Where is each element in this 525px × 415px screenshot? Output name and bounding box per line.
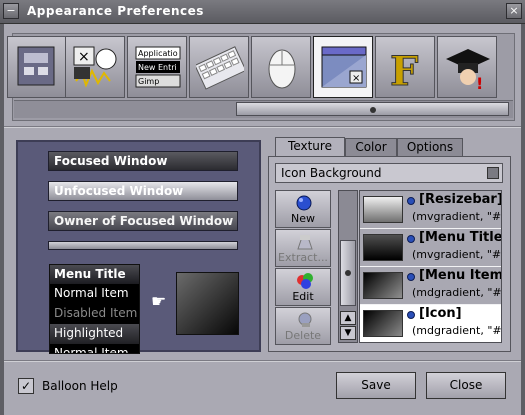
- texture-list-item[interactable]: [Menu Item] (mdgradient, "#8: [360, 267, 502, 304]
- delete-texture-button[interactable]: Delete: [275, 307, 331, 345]
- new-label: New: [291, 212, 315, 225]
- texture-list-item[interactable]: [Resizebar] (mvgradient, "#8: [360, 191, 502, 228]
- texture-bullet-icon: [407, 197, 415, 205]
- keyboard-icon[interactable]: [189, 36, 249, 98]
- extract-texture-button[interactable]: Extract...: [275, 229, 331, 267]
- balloon-help-label: Balloon Help: [42, 379, 118, 393]
- new-texture-button[interactable]: New: [275, 190, 331, 228]
- resizebar-preview[interactable]: [48, 241, 238, 250]
- appearance-icon[interactable]: ×: [313, 36, 373, 98]
- texture-detail: (mdgradient, "#8: [412, 286, 502, 299]
- expert-icon[interactable]: !: [437, 36, 497, 98]
- mouse-icon[interactable]: [251, 36, 311, 98]
- texture-list-item-selected[interactable]: [Icon] (mdgradient, "#0: [360, 305, 502, 342]
- mini-menu-item: Gimp: [138, 77, 159, 86]
- texture-detail: (mdgradient, "#0: [412, 324, 502, 337]
- texture-name: [Resizebar]: [419, 192, 502, 207]
- texture-thumbnail: [363, 310, 403, 337]
- fonts-icon[interactable]: F: [375, 36, 435, 98]
- delete-icon: [298, 312, 312, 327]
- texture-thumbnail: [363, 272, 403, 299]
- focused-window-bar[interactable]: Focused Window: [48, 151, 238, 171]
- menu-title[interactable]: Menu Title: [50, 265, 139, 284]
- dropdown-arrow-icon: [487, 167, 499, 179]
- edit-texture-button[interactable]: Edit: [275, 268, 331, 306]
- texture-detail: (mvgradient, "#5: [412, 248, 502, 261]
- owner-window-label: Owner of Focused Window: [54, 214, 234, 228]
- window-frame-left: [0, 24, 4, 415]
- window-title: Appearance Preferences: [27, 4, 204, 18]
- iconbar-scrollbar[interactable]: [14, 100, 513, 118]
- appearance-preview: Focused Window Unfocused Window Owner of…: [16, 140, 261, 354]
- tab-texture[interactable]: Texture: [275, 137, 345, 156]
- title-bar[interactable]: − Appearance Preferences ×: [0, 0, 525, 24]
- extract-label: Extract...: [278, 251, 328, 264]
- texture-thumbnail: [363, 234, 403, 261]
- edit-label: Edit: [292, 290, 314, 303]
- delete-label: Delete: [284, 329, 322, 342]
- expert-mark: !: [476, 74, 483, 91]
- svg-text:×: ×: [352, 73, 360, 84]
- icons-preview-icon[interactable]: ×: [65, 36, 125, 98]
- texture-list-item[interactable]: [Menu Title (mvgradient, "#5: [360, 229, 502, 266]
- texture-name: [Icon]: [419, 306, 462, 321]
- tab-color[interactable]: Color: [345, 138, 397, 156]
- iconbar-scroll-thumb[interactable]: [236, 102, 509, 116]
- bottom-divider: [4, 360, 521, 362]
- tab-options[interactable]: Options: [397, 138, 463, 156]
- texture-name: [Menu Title: [419, 230, 502, 245]
- miniaturize-button[interactable]: −: [3, 3, 19, 19]
- scroll-down-arrow-icon[interactable]: ▼: [340, 326, 356, 340]
- texture-list-scrollbar[interactable]: ▲ ▼: [338, 190, 358, 343]
- menu-item[interactable]: Normal Item: [50, 284, 139, 304]
- close-window-button[interactable]: ×: [506, 3, 522, 19]
- window-frame-right: [521, 24, 525, 415]
- texture-bullet-icon: [407, 311, 415, 319]
- menu-item-highlighted[interactable]: Highlighted: [50, 324, 139, 344]
- texture-list: [Resizebar] (mvgradient, "#8 [Menu Title…: [359, 190, 502, 343]
- font-letter: F: [390, 48, 418, 91]
- texture-name: [Menu Item]: [419, 268, 502, 283]
- mini-menu-item: Applicatio: [138, 49, 178, 58]
- menu-item[interactable]: Normal Item: [50, 344, 139, 353]
- menu-preview: Menu Title Normal Item Disabled Item Hig…: [49, 264, 140, 354]
- mini-menu-item: New Entri: [138, 63, 177, 72]
- unfocused-window-bar[interactable]: Unfocused Window: [48, 181, 238, 201]
- new-icon: [296, 195, 312, 211]
- close-button[interactable]: Close: [426, 372, 506, 399]
- texture-bullet-icon: [407, 235, 415, 243]
- texture-bullet-icon: [407, 273, 415, 281]
- top-divider: [4, 126, 521, 128]
- preferences-icon-bar: × Applicatio New Entri Gimp × F !: [7, 33, 515, 121]
- menus-icon[interactable]: Applicatio New Entri Gimp: [127, 36, 187, 98]
- texture-detail: (mvgradient, "#8: [412, 210, 502, 223]
- texture-target-dropdown[interactable]: Icon Background: [275, 163, 503, 183]
- texture-list-scroll-thumb[interactable]: [340, 240, 356, 306]
- pointer-hand-icon: ☛: [151, 292, 167, 312]
- extract-icon: [297, 235, 313, 250]
- texture-thumbnail: [363, 196, 403, 223]
- desktop-icon[interactable]: [7, 36, 67, 98]
- menu-item-disabled[interactable]: Disabled Item: [50, 304, 139, 324]
- owner-window-bar[interactable]: Owner of Focused Window: [48, 211, 238, 231]
- dropdown-value: Icon Background: [281, 166, 382, 180]
- edit-icon: [297, 273, 313, 289]
- save-button[interactable]: Save: [336, 372, 416, 399]
- svg-text:×: ×: [78, 49, 90, 65]
- icon-background-preview[interactable]: [176, 272, 239, 335]
- scroll-up-arrow-icon[interactable]: ▲: [340, 311, 356, 325]
- balloon-help-checkbox[interactable]: ✓: [18, 378, 34, 394]
